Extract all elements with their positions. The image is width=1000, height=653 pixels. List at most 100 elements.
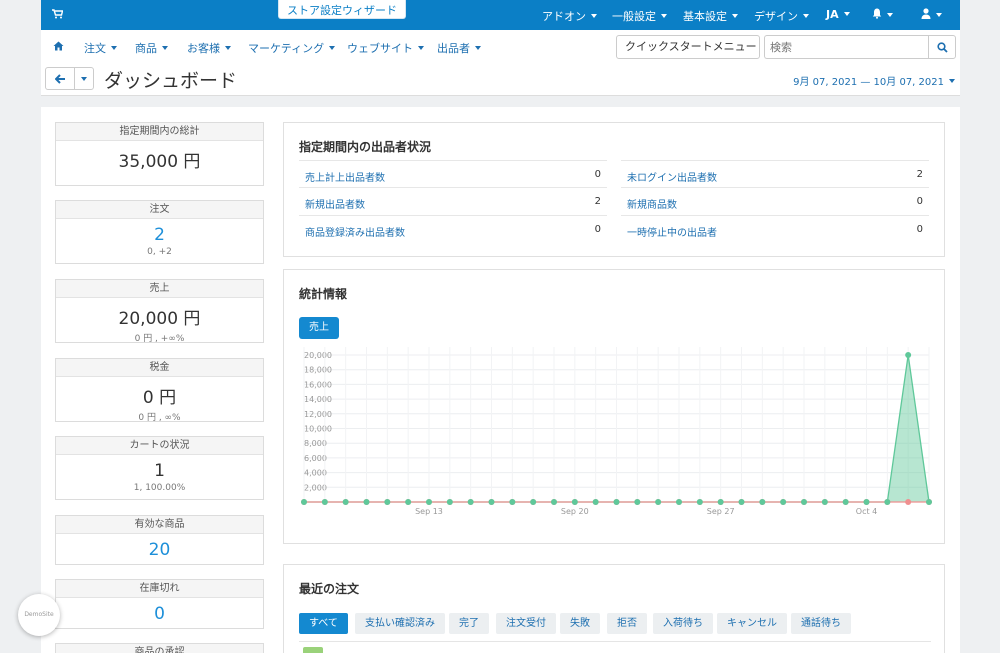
- vendor-row[interactable]: 売上計上出品者数 0: [299, 160, 607, 188]
- stat-value[interactable]: 20: [56, 540, 263, 560]
- store-wizard-button[interactable]: ストア設定ウィザード: [278, 0, 406, 19]
- vendor-row-value: 0: [594, 169, 601, 180]
- addons-menu[interactable]: アドオン: [542, 8, 597, 24]
- data-point: [759, 499, 766, 505]
- nav-website[interactable]: ウェブサイト: [347, 40, 424, 56]
- data-point: [905, 352, 912, 358]
- design-menu[interactable]: デザイン: [754, 8, 809, 24]
- basic-settings-menu[interactable]: 基本設定: [683, 8, 738, 24]
- vendor-row[interactable]: 新規商品数 0: [621, 187, 929, 215]
- vendor-row[interactable]: 一時停止中の出品者 0: [621, 215, 929, 243]
- search-icon: [937, 42, 948, 53]
- stat-label: 売上: [56, 280, 263, 298]
- order-tab-backordered[interactable]: 入荷待ち: [653, 613, 713, 634]
- stat-sub: 0, +2: [147, 247, 172, 257]
- arrow-left-icon: [55, 74, 65, 84]
- stat-value: 1: [154, 461, 165, 481]
- general-settings-menu[interactable]: 一般設定: [612, 8, 667, 24]
- vendor-row-value: 0: [916, 224, 923, 235]
- main-nav: 注文 商品 お客様 マーケティング ウェブサイト 出品者 クイックスタートメニュ…: [41, 30, 960, 62]
- nav-orders[interactable]: 注文: [84, 40, 117, 56]
- data-point: [301, 499, 307, 505]
- vendor-row-label[interactable]: 売上計上出品者数: [305, 169, 385, 184]
- vendor-row-label[interactable]: 新規商品数: [627, 196, 677, 211]
- data-point: [863, 499, 870, 505]
- y-tick-label: 12,000: [304, 410, 332, 419]
- order-tab-all[interactable]: すべて: [299, 613, 348, 634]
- vendor-status-panel: 指定期間内の出品者状況 売上計上出品者数 0 未ログイン出品者数 2 新規出品者数 2…: [283, 122, 945, 257]
- stat-out-of-stock[interactable]: 在庫切れ 0: [55, 579, 264, 629]
- vendor-row-value: 0: [594, 224, 601, 235]
- stat-product-approval: 商品の承認: [55, 643, 264, 653]
- order-tab-declined[interactable]: 拒否: [607, 613, 647, 634]
- vendor-row-label[interactable]: 商品登録済み出品者数: [305, 224, 405, 239]
- vendor-row[interactable]: 商品登録済み出品者数 0: [299, 215, 607, 243]
- data-point: [801, 499, 807, 505]
- nav-vendors[interactable]: 出品者: [437, 40, 481, 56]
- order-tab-failed[interactable]: 失敗: [560, 613, 600, 634]
- order-tab-paid[interactable]: 支払い確認済み: [355, 613, 445, 634]
- stat-label: 指定期間内の総計: [56, 123, 263, 141]
- language-menu[interactable]: JA: [826, 8, 850, 21]
- data-point: [717, 499, 724, 505]
- vendor-row[interactable]: 未ログイン出品者数 2: [621, 160, 929, 188]
- vendor-row[interactable]: 新規出品者数 2: [299, 187, 607, 215]
- data-point: [842, 499, 849, 505]
- stat-active-products[interactable]: 有効な商品 20: [55, 515, 264, 565]
- data-point: [571, 499, 578, 505]
- page-title: ダッシュボード: [104, 70, 238, 92]
- data-point: [405, 499, 412, 505]
- x-tick-label: Sep 27: [707, 507, 735, 516]
- stat-sales: 売上 20,000 円 0 円 , +∞%: [55, 279, 264, 344]
- stat-label: 有効な商品: [56, 516, 263, 534]
- y-tick-label: 20,000: [304, 351, 332, 360]
- notifications-menu[interactable]: [872, 8, 893, 22]
- quickstart-menu-button[interactable]: クイックスタートメニュー: [616, 35, 760, 59]
- stat-value: 20,000 円: [118, 309, 201, 329]
- search-button[interactable]: [928, 35, 956, 59]
- stat-total: 指定期間内の総計 35,000 円: [55, 122, 264, 186]
- y-tick-label: 18,000: [304, 366, 332, 375]
- data-point: [488, 499, 495, 505]
- cart-icon[interactable]: [52, 9, 63, 19]
- search-input[interactable]: [764, 35, 929, 59]
- stat-label: 税金: [56, 359, 263, 377]
- data-point: [509, 499, 516, 505]
- nav-products[interactable]: 商品: [135, 40, 168, 56]
- order-tab-received[interactable]: 注文受付: [496, 613, 556, 634]
- vendor-row-label[interactable]: 未ログイン出品者数: [627, 169, 717, 184]
- y-tick-label: 2,000: [304, 483, 327, 492]
- sales-chart-button[interactable]: 売上: [299, 317, 339, 339]
- title-bar: ダッシュボード 9月 07, 2021 — 10月 07, 2021: [41, 62, 960, 96]
- data-point: [696, 499, 703, 505]
- stat-orders[interactable]: 注文 2 0, +2: [55, 200, 264, 264]
- user-menu[interactable]: [921, 8, 942, 22]
- stat-value[interactable]: 0: [56, 604, 263, 624]
- stat-sub: 0 円 , +∞%: [134, 334, 185, 344]
- date-range-picker[interactable]: 9月 07, 2021 — 10月 07, 2021: [793, 73, 955, 88]
- panel-title: 統計情報: [299, 287, 348, 301]
- data-point: [384, 499, 391, 505]
- order-tab-complete[interactable]: 完了: [449, 613, 489, 634]
- back-button[interactable]: [45, 67, 75, 90]
- top-bar: ストア設定ウィザード アドオン 一般設定 基本設定 デザイン JA: [41, 0, 960, 30]
- recent-orders-panel: 最近の注文 すべて 支払い確認済み 完了 注文受付 失敗 拒否 入荷待ち キャン…: [283, 564, 945, 653]
- stat-value[interactable]: 2: [56, 225, 263, 245]
- back-dropdown-button[interactable]: [74, 67, 94, 90]
- demo-site-badge[interactable]: DemoSite: [18, 594, 60, 636]
- vendor-row-label[interactable]: 新規出品者数: [305, 196, 365, 211]
- order-tab-cancelled[interactable]: キャンセル: [717, 613, 787, 634]
- stat-value: 35,000 円: [118, 152, 201, 172]
- data-point: [321, 499, 328, 505]
- data-point: [426, 499, 432, 505]
- nav-marketing[interactable]: マーケティング: [248, 40, 335, 56]
- order-tab-call-waiting[interactable]: 通話待ち: [791, 613, 851, 634]
- stat-cart: カートの状況 1 1, 100.00%: [55, 436, 264, 500]
- y-tick-label: 4,000: [304, 469, 327, 478]
- statistics-panel: 統計情報 売上 20,000 18,000 16,000 14,000 12,000 10…: [283, 269, 945, 544]
- home-icon[interactable]: [53, 41, 64, 51]
- vendor-row-label[interactable]: 一時停止中の出品者: [627, 224, 717, 239]
- x-tick-label: Sep 20: [561, 507, 589, 516]
- nav-customers[interactable]: お客様: [187, 40, 231, 56]
- stat-tax: 税金 0 円 0 円 , ∞%: [55, 358, 264, 423]
